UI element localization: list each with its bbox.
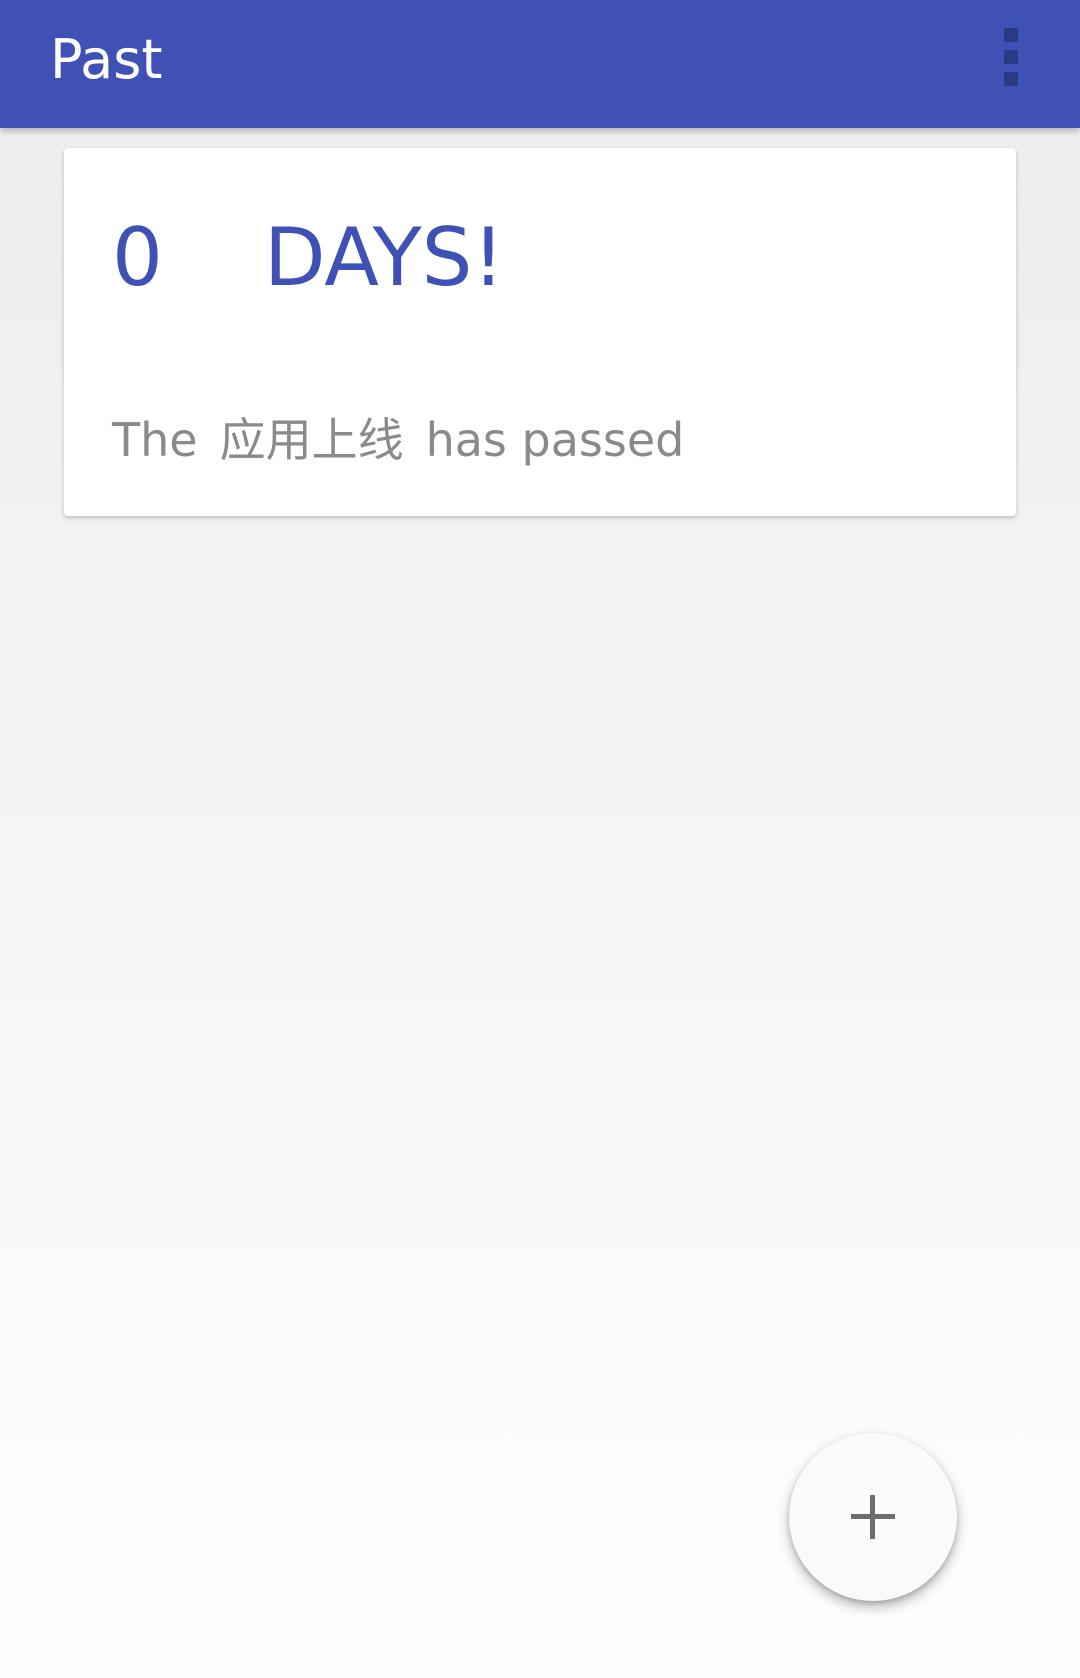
event-name: 应用上线: [219, 413, 404, 467]
overflow-menu-button[interactable]: [978, 18, 1038, 98]
days-label: DAYS!: [264, 211, 505, 304]
app-title: Past: [50, 28, 163, 91]
event-prefix: The: [112, 413, 198, 467]
days-count: 0: [112, 211, 163, 304]
plus-icon: [851, 1495, 895, 1539]
event-suffix: has passed: [425, 413, 685, 467]
add-event-button[interactable]: [789, 1433, 957, 1601]
app-bar: Past: [0, 0, 1080, 128]
event-description: The 应用上线 has passed: [112, 412, 684, 468]
event-card[interactable]: 0 DAYS! The 应用上线 has passed: [64, 148, 1016, 516]
